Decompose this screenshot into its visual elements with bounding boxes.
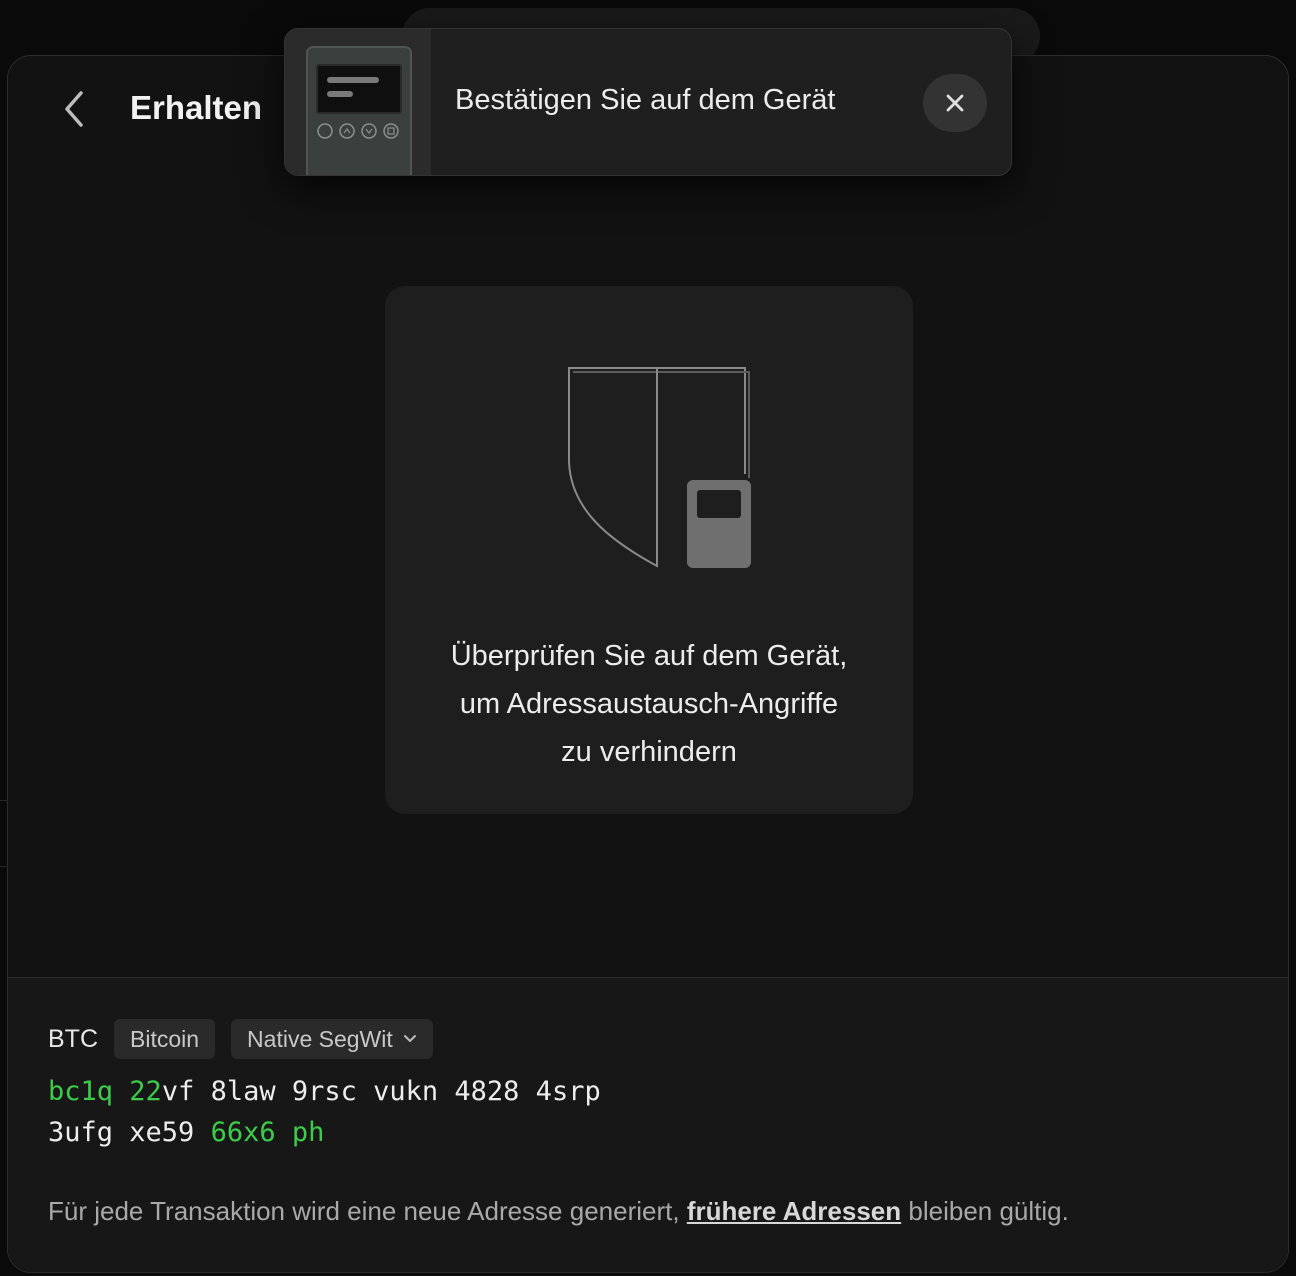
- chevron-down-icon: [403, 1035, 416, 1042]
- address-chunk: [113, 1076, 129, 1107]
- back-button[interactable]: [54, 84, 94, 134]
- address-chunk: 22: [129, 1076, 162, 1107]
- address-line: bc1q 22vf 8law 9rsc vukn 4828 4srp: [48, 1071, 601, 1112]
- receive-address[interactable]: bc1q 22vf 8law 9rsc vukn 4828 4srp 3ufg x…: [48, 1071, 601, 1153]
- verify-instructions-line: zu verhindern: [561, 736, 737, 768]
- address-panel: BTC Bitcoin Native SegWit bc1q 22vf 8law…: [8, 977, 1288, 1272]
- confirm-on-device-toast: Bestätigen Sie auf dem Gerät: [284, 28, 1012, 176]
- address-chunk: vf 8law 9rsc vukn 4828 4srp: [161, 1076, 601, 1107]
- verify-instructions-line: Überprüfen Sie auf dem Gerät,: [450, 640, 848, 672]
- chevron-left-icon: [65, 91, 83, 127]
- address-chunk: bc1q: [48, 1076, 114, 1107]
- hint-text: Für jede Transaktion wird eine neue Adre…: [48, 1196, 687, 1226]
- close-icon: [946, 94, 964, 112]
- toast-message: Bestätigen Sie auf dem Gerät: [455, 84, 836, 116]
- hint-text: bleiben gültig.: [901, 1196, 1069, 1226]
- address-chunk: 3ufg xe59: [48, 1117, 211, 1148]
- toast-device-panel: [285, 29, 431, 175]
- verify-info-card: Überprüfen Sie auf dem Gerät, um Adressa…: [385, 286, 913, 814]
- close-toast-button[interactable]: [923, 74, 987, 132]
- shield-device-icon: [568, 367, 751, 568]
- previous-addresses-link[interactable]: frühere Adressen: [687, 1196, 901, 1226]
- page-title: Erhalten: [130, 89, 263, 126]
- address-line: 3ufg xe59 66x6 ph: [48, 1112, 601, 1153]
- network-badge: Bitcoin: [114, 1019, 216, 1059]
- asset-symbol: BTC: [48, 1024, 98, 1053]
- asset-row: BTC Bitcoin Native SegWit: [48, 1019, 433, 1059]
- verify-instructions-line: um Adressaustausch-Angriffe: [459, 688, 839, 720]
- hardware-wallet-icon: [306, 46, 412, 175]
- verify-instructions: Überprüfen Sie auf dem Gerät, um Adressa…: [385, 632, 913, 776]
- receive-modal: Erhalten Überprüfen Sie auf dem Gerät, u…: [7, 55, 1289, 1273]
- address-type-select[interactable]: Native SegWit: [231, 1019, 433, 1059]
- address-type-label: Native SegWit: [247, 1025, 393, 1052]
- address-hint: Für jede Transaktion wird eine neue Adre…: [48, 1196, 1069, 1227]
- address-chunk: 66x6 ph: [210, 1117, 325, 1148]
